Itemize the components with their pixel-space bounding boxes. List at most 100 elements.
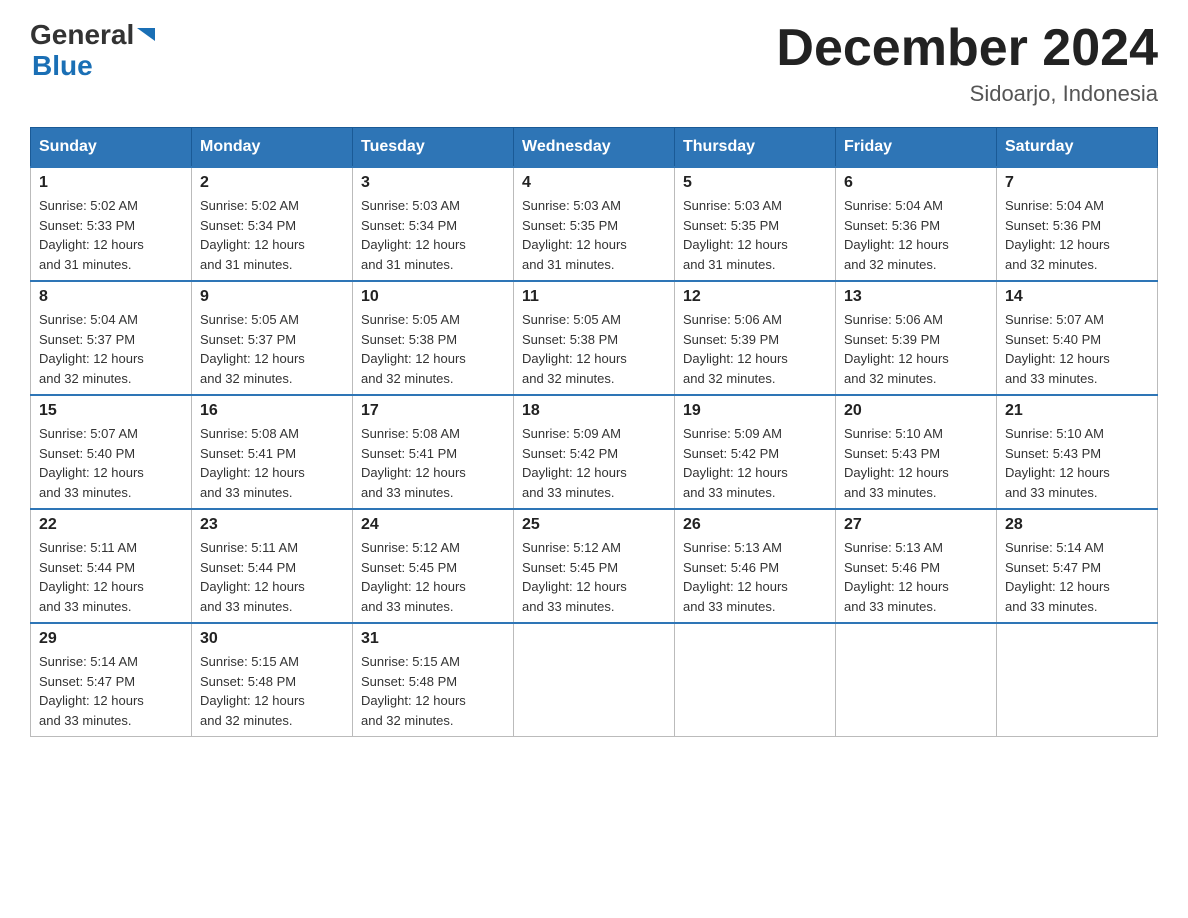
- day-number: 20: [844, 402, 988, 420]
- calendar-week-4: 22Sunrise: 5:11 AMSunset: 5:44 PMDayligh…: [31, 509, 1158, 623]
- calendar-cell: 17Sunrise: 5:08 AMSunset: 5:41 PMDayligh…: [353, 395, 514, 509]
- logo-line1: General: [30, 20, 155, 51]
- day-header-wednesday: Wednesday: [514, 128, 675, 168]
- day-number: 31: [361, 630, 505, 648]
- day-number: 11: [522, 288, 666, 306]
- calendar-cell: [514, 623, 675, 737]
- calendar-week-5: 29 Sunrise: 5:14 AMSunset: 5:47 PMDayligh…: [31, 623, 1158, 737]
- day-info: Sunrise: 5:08 AMSunset: 5:41 PMDaylight:…: [200, 424, 344, 502]
- calendar-cell: 7 Sunrise: 5:04 AMSunset: 5:36 PMDaylight…: [997, 167, 1158, 281]
- day-number: 3: [361, 174, 505, 192]
- day-number: 8: [39, 288, 183, 306]
- day-number: 28: [1005, 516, 1149, 534]
- calendar-cell: 25Sunrise: 5:12 AMSunset: 5:45 PMDayligh…: [514, 509, 675, 623]
- calendar-cell: 2Sunrise: 5:02 AMSunset: 5:34 PMDaylight…: [192, 167, 353, 281]
- day-info: Sunrise: 5:15 AMSunset: 5:48 PMDaylight:…: [200, 652, 344, 730]
- day-number: 9: [200, 288, 344, 306]
- calendar-cell: 12Sunrise: 5:06 AMSunset: 5:39 PMDayligh…: [675, 281, 836, 395]
- calendar-week-1: 1 Sunrise: 5:02 AMSunset: 5:33 PMDaylight…: [31, 167, 1158, 281]
- calendar-week-3: 15 Sunrise: 5:07 AMSunset: 5:40 PMDayligh…: [31, 395, 1158, 509]
- day-info: Sunrise: 5:05 AMSunset: 5:38 PMDaylight:…: [361, 310, 505, 388]
- calendar-cell: 14 Sunrise: 5:07 AMSunset: 5:40 PMDayligh…: [997, 281, 1158, 395]
- day-info: Sunrise: 5:06 AMSunset: 5:39 PMDaylight:…: [844, 310, 988, 388]
- calendar-cell: 9 Sunrise: 5:05 AMSunset: 5:37 PMDaylight…: [192, 281, 353, 395]
- day-info: Sunrise: 5:03 AMSunset: 5:35 PMDaylight:…: [683, 196, 827, 274]
- day-info: Sunrise: 5:05 AMSunset: 5:37 PMDaylight:…: [200, 310, 344, 388]
- day-info: Sunrise: 5:11 AMSunset: 5:44 PMDaylight:…: [39, 538, 183, 616]
- day-info: Sunrise: 5:07 AMSunset: 5:40 PMDaylight:…: [1005, 310, 1149, 388]
- day-header-monday: Monday: [192, 128, 353, 168]
- calendar-week-2: 8Sunrise: 5:04 AMSunset: 5:37 PMDaylight…: [31, 281, 1158, 395]
- calendar-cell: 29 Sunrise: 5:14 AMSunset: 5:47 PMDayligh…: [31, 623, 192, 737]
- location-subtitle: Sidoarjo, Indonesia: [776, 81, 1158, 107]
- calendar-cell: 27 Sunrise: 5:13 AMSunset: 5:46 PMDayligh…: [836, 509, 997, 623]
- day-info: Sunrise: 5:04 AMSunset: 5:36 PMDaylight:…: [1005, 196, 1149, 274]
- day-info: Sunrise: 5:04 AMSunset: 5:36 PMDaylight:…: [844, 196, 988, 274]
- day-number: 30: [200, 630, 344, 648]
- day-info: Sunrise: 5:03 AMSunset: 5:35 PMDaylight:…: [522, 196, 666, 274]
- calendar-cell: 6 Sunrise: 5:04 AMSunset: 5:36 PMDaylight…: [836, 167, 997, 281]
- calendar-cell: 18Sunrise: 5:09 AMSunset: 5:42 PMDayligh…: [514, 395, 675, 509]
- day-number: 23: [200, 516, 344, 534]
- logo-general-text: General: [30, 20, 134, 51]
- calendar-cell: 4 Sunrise: 5:03 AMSunset: 5:35 PMDaylight…: [514, 167, 675, 281]
- title-block: December 2024 Sidoarjo, Indonesia: [776, 20, 1158, 107]
- calendar-cell: 24Sunrise: 5:12 AMSunset: 5:45 PMDayligh…: [353, 509, 514, 623]
- calendar-cell: 1 Sunrise: 5:02 AMSunset: 5:33 PMDaylight…: [31, 167, 192, 281]
- day-info: Sunrise: 5:13 AMSunset: 5:46 PMDaylight:…: [683, 538, 827, 616]
- calendar-cell: 23 Sunrise: 5:11 AMSunset: 5:44 PMDayligh…: [192, 509, 353, 623]
- day-info: Sunrise: 5:05 AMSunset: 5:38 PMDaylight:…: [522, 310, 666, 388]
- day-info: Sunrise: 5:10 AMSunset: 5:43 PMDaylight:…: [844, 424, 988, 502]
- day-info: Sunrise: 5:12 AMSunset: 5:45 PMDaylight:…: [522, 538, 666, 616]
- logo-line2: Blue: [30, 51, 155, 82]
- calendar-cell: 26 Sunrise: 5:13 AMSunset: 5:46 PMDayligh…: [675, 509, 836, 623]
- day-number: 27: [844, 516, 988, 534]
- day-number: 21: [1005, 402, 1149, 420]
- day-info: Sunrise: 5:14 AMSunset: 5:47 PMDaylight:…: [39, 652, 183, 730]
- day-number: 4: [522, 174, 666, 192]
- calendar-cell: 28 Sunrise: 5:14 AMSunset: 5:47 PMDayligh…: [997, 509, 1158, 623]
- calendar-header: SundayMondayTuesdayWednesdayThursdayFrid…: [31, 128, 1158, 168]
- day-info: Sunrise: 5:03 AMSunset: 5:34 PMDaylight:…: [361, 196, 505, 274]
- day-number: 5: [683, 174, 827, 192]
- month-title: December 2024: [776, 20, 1158, 77]
- calendar-cell: [675, 623, 836, 737]
- day-info: Sunrise: 5:11 AMSunset: 5:44 PMDaylight:…: [200, 538, 344, 616]
- logo: General Blue: [30, 20, 155, 82]
- day-number: 15: [39, 402, 183, 420]
- day-number: 29: [39, 630, 183, 648]
- calendar-cell: 10Sunrise: 5:05 AMSunset: 5:38 PMDayligh…: [353, 281, 514, 395]
- calendar-cell: 19Sunrise: 5:09 AMSunset: 5:42 PMDayligh…: [675, 395, 836, 509]
- calendar-cell: 5 Sunrise: 5:03 AMSunset: 5:35 PMDaylight…: [675, 167, 836, 281]
- calendar-cell: 22Sunrise: 5:11 AMSunset: 5:44 PMDayligh…: [31, 509, 192, 623]
- day-number: 1: [39, 174, 183, 192]
- day-info: Sunrise: 5:09 AMSunset: 5:42 PMDaylight:…: [683, 424, 827, 502]
- calendar-cell: 15 Sunrise: 5:07 AMSunset: 5:40 PMDayligh…: [31, 395, 192, 509]
- day-number: 7: [1005, 174, 1149, 192]
- day-header-sunday: Sunday: [31, 128, 192, 168]
- day-info: Sunrise: 5:14 AMSunset: 5:47 PMDaylight:…: [1005, 538, 1149, 616]
- calendar-cell: 8Sunrise: 5:04 AMSunset: 5:37 PMDaylight…: [31, 281, 192, 395]
- calendar-cell: 3 Sunrise: 5:03 AMSunset: 5:34 PMDaylight…: [353, 167, 514, 281]
- day-info: Sunrise: 5:02 AMSunset: 5:33 PMDaylight:…: [39, 196, 183, 274]
- calendar-cell: 16Sunrise: 5:08 AMSunset: 5:41 PMDayligh…: [192, 395, 353, 509]
- day-info: Sunrise: 5:07 AMSunset: 5:40 PMDaylight:…: [39, 424, 183, 502]
- day-header-saturday: Saturday: [997, 128, 1158, 168]
- day-header-tuesday: Tuesday: [353, 128, 514, 168]
- day-number: 14: [1005, 288, 1149, 306]
- calendar-cell: [997, 623, 1158, 737]
- day-number: 18: [522, 402, 666, 420]
- calendar-cell: [836, 623, 997, 737]
- day-info: Sunrise: 5:13 AMSunset: 5:46 PMDaylight:…: [844, 538, 988, 616]
- logo-arrow-icon: [137, 28, 155, 41]
- day-number: 12: [683, 288, 827, 306]
- calendar-table: SundayMondayTuesdayWednesdayThursdayFrid…: [30, 127, 1158, 737]
- calendar-cell: 21 Sunrise: 5:10 AMSunset: 5:43 PMDayligh…: [997, 395, 1158, 509]
- calendar-body: 1 Sunrise: 5:02 AMSunset: 5:33 PMDaylight…: [31, 167, 1158, 737]
- day-header-friday: Friday: [836, 128, 997, 168]
- day-number: 26: [683, 516, 827, 534]
- calendar-cell: 11 Sunrise: 5:05 AMSunset: 5:38 PMDayligh…: [514, 281, 675, 395]
- day-info: Sunrise: 5:10 AMSunset: 5:43 PMDaylight:…: [1005, 424, 1149, 502]
- day-number: 6: [844, 174, 988, 192]
- day-info: Sunrise: 5:08 AMSunset: 5:41 PMDaylight:…: [361, 424, 505, 502]
